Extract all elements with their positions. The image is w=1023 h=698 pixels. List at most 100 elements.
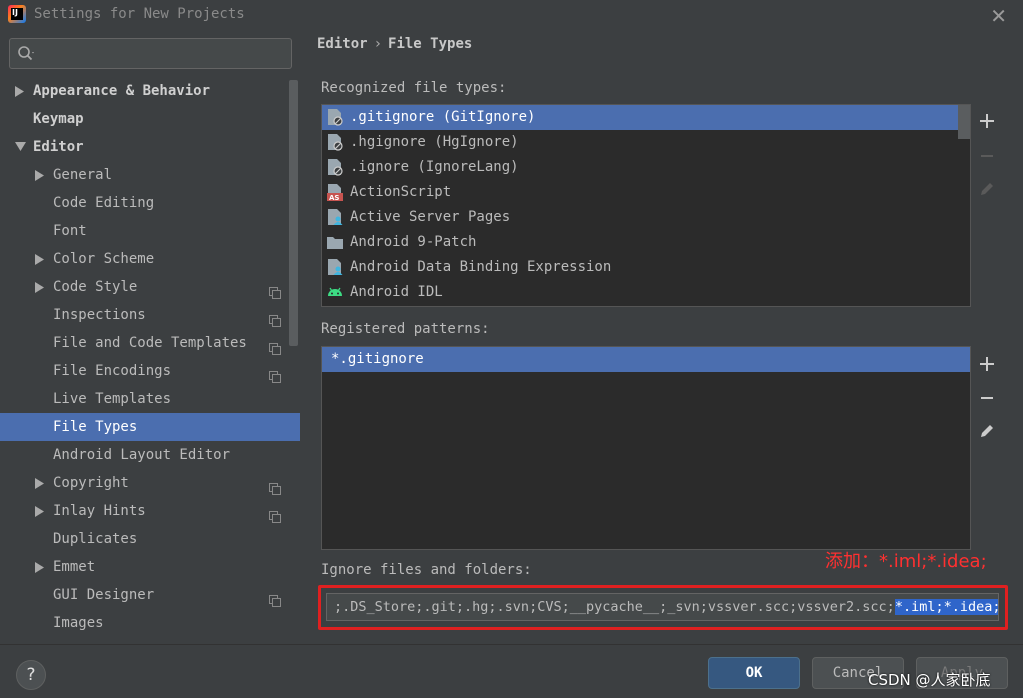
ignore-file-icon bbox=[327, 159, 343, 176]
file-types-scrollbar[interactable] bbox=[958, 105, 970, 139]
help-button[interactable]: ? bbox=[16, 660, 46, 690]
pencil-icon bbox=[981, 425, 993, 437]
chevron-right-icon[interactable] bbox=[35, 245, 47, 273]
sidebar-item-label: File Encodings bbox=[53, 363, 172, 379]
chevron-right-icon[interactable] bbox=[35, 469, 47, 497]
svg-text:AS: AS bbox=[329, 194, 339, 201]
sidebar-item-font[interactable]: Font bbox=[0, 217, 290, 245]
chevron-right-icon[interactable] bbox=[35, 161, 47, 189]
sidebar-item-label: Images bbox=[53, 615, 104, 631]
breadcrumb-parent[interactable]: Editor bbox=[317, 36, 368, 52]
sidebar-item-file-types[interactable]: File Types bbox=[0, 413, 300, 441]
annotation-text: 添加：*.iml;*.idea; bbox=[825, 551, 987, 572]
file-type-row[interactable]: .hgignore (HgIgnore) bbox=[322, 130, 970, 155]
chevron-down-icon[interactable] bbox=[15, 133, 27, 161]
sidebar-item-label: Appearance & Behavior bbox=[33, 83, 211, 99]
sidebar-item-label: Inlay Hints bbox=[53, 503, 146, 519]
edit-file-type-button[interactable] bbox=[976, 178, 998, 200]
sidebar-item-inspections[interactable]: Inspections bbox=[0, 301, 290, 329]
sidebar-item-duplicates[interactable]: Duplicates bbox=[0, 525, 290, 553]
sidebar-scrollbar[interactable] bbox=[289, 80, 298, 346]
sidebar-item-label: File and Code Templates bbox=[53, 335, 247, 351]
close-icon[interactable]: ✕ bbox=[990, 4, 1007, 28]
ignore-value-selected: *.iml;*.idea; bbox=[894, 599, 999, 615]
minus-icon bbox=[981, 155, 993, 157]
sidebar-item-label: Code Style bbox=[53, 279, 138, 295]
title-bar: IJ Settings for New Projects ✕ bbox=[0, 0, 1023, 30]
sidebar-item-live-templates[interactable]: Live Templates bbox=[0, 385, 290, 413]
minus-icon bbox=[981, 397, 993, 399]
sidebar-item-label: Code Editing bbox=[53, 195, 155, 211]
settings-sidebar: Appearance & Behavior Keymap Editor General… bbox=[0, 30, 300, 644]
sidebar-item-file-encodings[interactable]: File Encodings bbox=[0, 357, 290, 385]
asp-file-icon bbox=[327, 209, 343, 226]
watermark: CSDN @人家卧底 bbox=[868, 671, 991, 689]
sidebar-item-label: Keymap bbox=[33, 111, 84, 127]
add-pattern-button[interactable] bbox=[976, 353, 998, 375]
sidebar-item-code-style[interactable]: Code Style bbox=[0, 273, 290, 301]
sidebar-item-code-editing[interactable]: Code Editing bbox=[0, 189, 290, 217]
sidebar-item-label: Font bbox=[53, 223, 87, 239]
sidebar-item-inlay-hints[interactable]: Inlay Hints bbox=[0, 497, 290, 525]
project-settings-copy-icon bbox=[269, 309, 281, 327]
sidebar-item-emmet[interactable]: Emmet bbox=[0, 553, 290, 581]
sidebar-item-general[interactable]: General bbox=[0, 161, 290, 189]
settings-search-input[interactable] bbox=[44, 42, 284, 64]
chevron-right-icon[interactable] bbox=[35, 273, 47, 301]
remove-pattern-button[interactable] bbox=[976, 387, 998, 409]
settings-search-box[interactable] bbox=[9, 38, 292, 69]
breadcrumb-separator: › bbox=[373, 36, 383, 52]
chevron-right-icon[interactable] bbox=[15, 77, 27, 105]
ok-button[interactable]: OK bbox=[708, 657, 800, 689]
folder-icon bbox=[327, 234, 343, 251]
sidebar-item-copyright[interactable]: Copyright bbox=[0, 469, 290, 497]
file-type-label: .hgignore (HgIgnore) bbox=[350, 134, 519, 150]
file-type-row[interactable]: AS ActionScript bbox=[322, 180, 970, 205]
project-settings-copy-icon bbox=[269, 337, 281, 355]
ignore-file-icon bbox=[327, 134, 343, 151]
file-type-label: Android IDL bbox=[350, 284, 443, 300]
file-type-row[interactable]: Android Data Binding Expression bbox=[322, 255, 970, 280]
ignore-files-input[interactable]: ;.DS_Store;.git;.hg;.svn;CVS;__pycache__… bbox=[326, 593, 999, 621]
sidebar-item-color-scheme[interactable]: Color Scheme bbox=[0, 245, 290, 273]
window-title: Settings for New Projects bbox=[34, 6, 245, 22]
asp-file-icon bbox=[327, 259, 343, 276]
sidebar-item-label: GUI Designer bbox=[53, 587, 155, 603]
recognized-file-types-label: Recognized file types: bbox=[321, 80, 507, 96]
sidebar-item-label: Copyright bbox=[53, 475, 129, 491]
file-type-row[interactable]: Android 9-Patch bbox=[322, 230, 970, 255]
sidebar-item-label: Inspections bbox=[53, 307, 146, 323]
annotation-highlight-box: ;.DS_Store;.git;.hg;.svn;CVS;__pycache__… bbox=[318, 585, 1008, 630]
remove-file-type-button[interactable] bbox=[976, 145, 998, 167]
sidebar-item-label: Android Layout Editor bbox=[53, 447, 231, 463]
dialog-button-bar: ? OK Cancel Apply CSDN @人家卧底 bbox=[0, 644, 1023, 698]
plus-icon bbox=[980, 114, 994, 128]
chevron-right-icon[interactable] bbox=[35, 497, 47, 525]
sidebar-item-editor[interactable]: Editor bbox=[0, 133, 290, 161]
file-type-row[interactable]: .gitignore (GitIgnore) bbox=[322, 105, 970, 130]
ignore-files-label: Ignore files and folders: bbox=[321, 562, 532, 578]
sidebar-item-label: General bbox=[53, 167, 113, 183]
breadcrumb: Editor › File Types bbox=[317, 36, 472, 52]
actionscript-icon: AS bbox=[327, 184, 343, 202]
file-type-row[interactable]: .ignore (IgnoreLang) bbox=[322, 155, 970, 180]
sidebar-item-file-and-code-templates[interactable]: File and Code Templates bbox=[0, 329, 290, 357]
project-settings-copy-icon bbox=[269, 505, 281, 523]
sidebar-item-gui-designer[interactable]: GUI Designer bbox=[0, 581, 290, 609]
project-settings-copy-icon bbox=[269, 365, 281, 383]
intellij-logo-icon: IJ bbox=[8, 5, 26, 23]
pattern-row[interactable]: *.gitignore bbox=[322, 347, 970, 372]
sidebar-item-keymap[interactable]: Keymap bbox=[0, 105, 290, 133]
project-settings-copy-icon bbox=[269, 281, 281, 299]
file-types-panel: Editor › File Types Recognized file types:… bbox=[300, 30, 1023, 644]
chevron-right-icon[interactable] bbox=[35, 553, 47, 581]
project-settings-copy-icon bbox=[269, 589, 281, 607]
add-file-type-button[interactable] bbox=[976, 110, 998, 132]
sidebar-item-android-layout-editor[interactable]: Android Layout Editor bbox=[0, 441, 290, 469]
file-type-row[interactable]: Active Server Pages bbox=[322, 205, 970, 230]
ignore-file-icon bbox=[327, 109, 343, 126]
file-type-row[interactable]: Android IDL bbox=[322, 280, 970, 305]
edit-pattern-button[interactable] bbox=[976, 420, 998, 442]
sidebar-item-appearance-behavior[interactable]: Appearance & Behavior bbox=[0, 77, 290, 105]
sidebar-item-images[interactable]: Images bbox=[0, 609, 290, 637]
